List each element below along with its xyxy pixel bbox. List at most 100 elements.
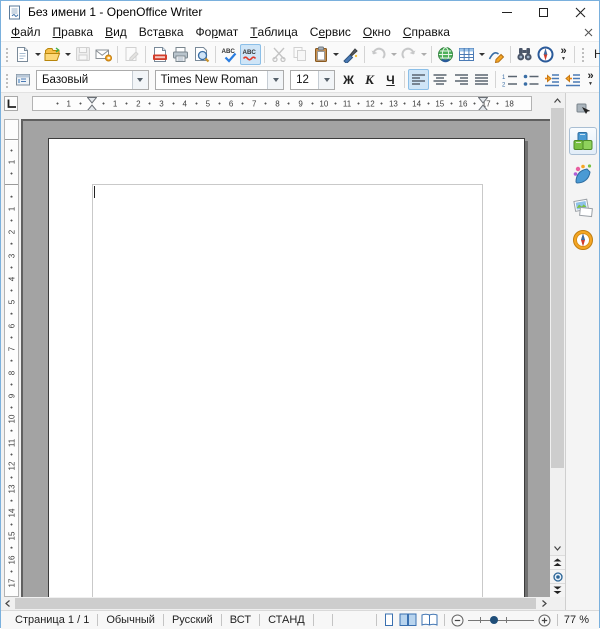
numbered-list-button[interactable]: 12	[499, 69, 520, 90]
zoom-level-value[interactable]: 77 %	[558, 614, 593, 626]
email-document-button[interactable]	[93, 44, 114, 65]
scroll-left-button[interactable]	[1, 597, 14, 610]
find-toolbar-grip[interactable]	[580, 46, 586, 62]
increase-indent-button[interactable]	[541, 69, 562, 90]
status-insert-mode[interactable]: ВСТ	[222, 614, 259, 626]
status-selection-mode[interactable]: СТАНД	[260, 614, 313, 626]
status-language[interactable]: Русский	[164, 614, 221, 626]
font-size-dropdown[interactable]	[318, 71, 334, 89]
status-page-style[interactable]: Обычный	[98, 614, 163, 626]
font-name-dropdown[interactable]	[267, 71, 283, 89]
hyperlink-button[interactable]	[435, 44, 456, 65]
navigation-target-button[interactable]	[550, 569, 565, 583]
paste-button[interactable]	[310, 44, 331, 65]
vertical-ruler[interactable]: 1 1 2 3 4 5 6 7	[4, 119, 19, 597]
menu-item[interactable]: Окно	[357, 23, 397, 41]
single-page-view-icon[interactable]	[383, 613, 395, 627]
toolbar-grip[interactable]	[4, 46, 10, 62]
paragraph-style-dropdown[interactable]	[132, 71, 148, 89]
zoom-in-icon[interactable]	[538, 614, 551, 627]
scroll-right-button[interactable]	[537, 597, 550, 610]
bullet-list-button[interactable]	[520, 69, 541, 90]
italic-button[interactable]: К	[359, 69, 380, 90]
find-toolbar-label[interactable]: Найти	[594, 47, 600, 61]
align-center-button[interactable]	[429, 69, 450, 90]
redo-dropdown	[419, 44, 428, 65]
formatting-toolbar-overflow-button[interactable]: » ▼	[583, 72, 598, 87]
horizontal-scrollbar-thumb[interactable]	[15, 598, 536, 609]
draw-functions-button[interactable]	[486, 44, 507, 65]
minimize-button[interactable]	[488, 1, 525, 23]
maximize-button[interactable]	[525, 1, 562, 23]
scroll-down-button[interactable]	[550, 540, 565, 555]
underline-button[interactable]: Ч	[380, 69, 401, 90]
open-dropdown[interactable]	[63, 44, 72, 65]
ruler-number: 18	[504, 99, 515, 108]
sidebar-tab-navigator[interactable]	[569, 226, 597, 254]
left-indent-marker[interactable]	[87, 97, 97, 111]
menu-item[interactable]: Таблица	[244, 23, 304, 41]
menu-item[interactable]: Справка	[397, 23, 456, 41]
paste-dropdown[interactable]	[331, 44, 340, 65]
zoom-out-icon[interactable]	[451, 614, 464, 627]
navigator-button[interactable]	[535, 44, 556, 65]
horizontal-scrollbar[interactable]	[1, 597, 550, 610]
zoom-slider-thumb[interactable]	[490, 616, 498, 624]
bold-button[interactable]: Ж	[338, 69, 359, 90]
document-page[interactable]	[48, 138, 525, 597]
sidebar-tab-gallery[interactable]	[569, 193, 597, 221]
menu-item[interactable]: Сервис	[304, 23, 357, 41]
insert-table-dropdown[interactable]	[477, 44, 486, 65]
paragraph-style-combobox[interactable]: Базовый	[36, 70, 149, 90]
previous-page-button[interactable]	[550, 555, 565, 569]
align-justify-button[interactable]	[471, 69, 492, 90]
status-modified-cell[interactable]	[314, 611, 332, 629]
align-left-button[interactable]	[408, 69, 429, 90]
close-document-button[interactable]	[577, 28, 599, 37]
status-signature-cell[interactable]	[333, 611, 351, 629]
email-icon	[95, 47, 112, 62]
vertical-scrollbar-track[interactable]	[550, 468, 565, 540]
vertical-scrollbar-thumb[interactable]	[551, 108, 564, 468]
open-button[interactable]	[42, 44, 63, 65]
menu-item[interactable]: Правка	[47, 23, 100, 41]
sidebar-settings-button[interactable]	[572, 99, 594, 119]
decrease-indent-button[interactable]	[562, 69, 583, 90]
align-right-button[interactable]	[450, 69, 471, 90]
right-indent-marker[interactable]	[478, 97, 488, 111]
menu-item[interactable]: Вставка	[133, 23, 190, 41]
horizontal-ruler[interactable]: 1 1 2 3 4 5 6 7	[32, 96, 532, 111]
toolbar-grip[interactable]	[4, 72, 10, 88]
print-button[interactable]	[170, 44, 191, 65]
standard-toolbar-overflow-button[interactable]: » ▼	[556, 47, 571, 62]
styles-panel-button[interactable]	[12, 69, 33, 90]
export-pdf-button[interactable]	[149, 44, 170, 65]
menu-item[interactable]: Файл	[5, 23, 47, 41]
new-document-dropdown[interactable]	[33, 44, 42, 65]
new-document-button[interactable]	[12, 44, 33, 65]
minimize-icon	[502, 12, 512, 13]
zoom-slider[interactable]	[468, 620, 534, 621]
next-page-button[interactable]	[550, 583, 565, 597]
font-name-combobox[interactable]: Times New Roman	[155, 70, 285, 90]
clone-formatting-button[interactable]	[340, 44, 361, 65]
spellcheck-button[interactable]: ABC	[219, 44, 240, 65]
status-page-number[interactable]: Страница 1 / 1	[7, 614, 97, 626]
tab-stop-selector[interactable]	[4, 96, 18, 111]
book-view-icon[interactable]	[421, 613, 438, 627]
insert-table-button[interactable]	[456, 44, 477, 65]
save-icon	[75, 46, 91, 62]
find-replace-button[interactable]	[514, 44, 535, 65]
font-size-combobox[interactable]: 12	[290, 70, 335, 90]
close-button[interactable]	[562, 1, 599, 23]
menu-item[interactable]: Вид	[99, 23, 133, 41]
sidebar-tab-styles[interactable]	[569, 160, 597, 188]
page-preview-button[interactable]	[191, 44, 212, 65]
multi-page-view-icon[interactable]	[399, 613, 417, 627]
vertical-scrollbar[interactable]	[550, 93, 565, 610]
ruler-cell	[5, 162, 18, 185]
menu-item[interactable]: Формат	[190, 23, 245, 41]
sidebar-tab-properties[interactable]	[569, 127, 597, 155]
auto-spellcheck-toggle[interactable]: ABC	[240, 44, 261, 65]
scroll-up-button[interactable]	[550, 93, 565, 108]
